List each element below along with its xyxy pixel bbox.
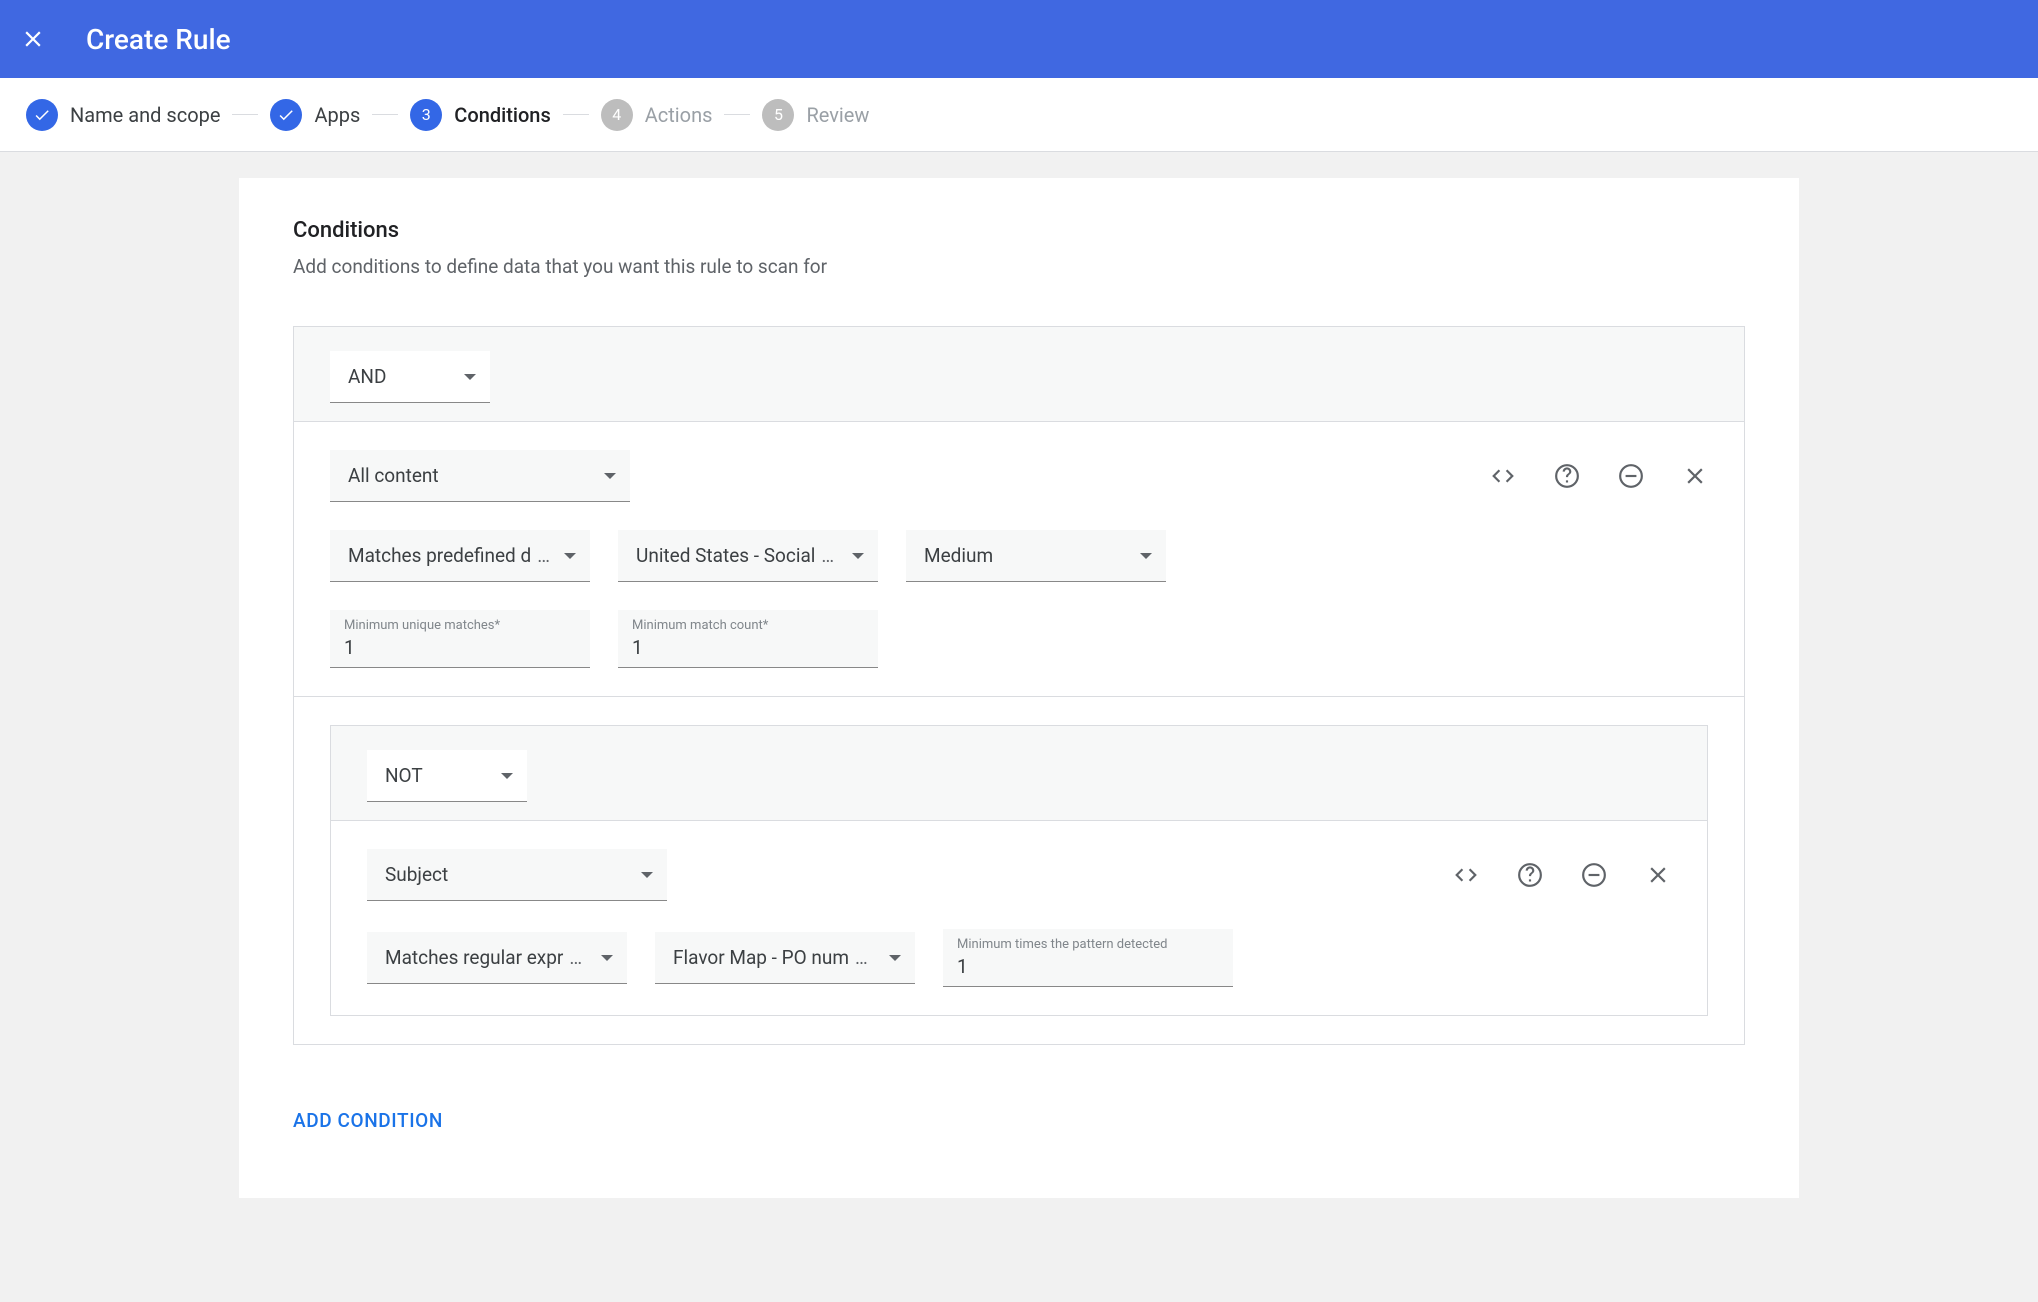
group-header: AND — [294, 327, 1744, 422]
header-bar: Create Rule — [0, 0, 2038, 78]
add-condition-button[interactable]: ADD CONDITION — [293, 1109, 443, 1132]
field-label: Minimum match count* — [632, 618, 864, 633]
nested-condition-group: NOT Subject — [330, 725, 1708, 1016]
remove-icon — [1581, 862, 1607, 888]
caret-down-icon — [889, 955, 901, 961]
code-button[interactable] — [1490, 463, 1516, 489]
caret-down-icon — [1140, 553, 1152, 559]
close-condition-button[interactable] — [1645, 862, 1671, 888]
section-title: Conditions — [293, 218, 1745, 243]
detector-value: Flavor Map - PO num — [673, 946, 849, 969]
step-number-badge: 4 — [601, 99, 633, 131]
scope-dropdown[interactable]: All content — [330, 450, 630, 502]
match-type-dropdown[interactable]: Matches regular expr… — [367, 932, 627, 984]
code-icon — [1453, 862, 1479, 888]
close-icon — [20, 26, 46, 52]
close-icon — [1645, 862, 1671, 888]
condition-actions — [1490, 463, 1708, 489]
section-subtitle: Add conditions to define data that you w… — [293, 255, 1745, 278]
condition-actions — [1453, 862, 1671, 888]
operator-dropdown[interactable]: NOT — [367, 750, 527, 802]
step-separator — [232, 114, 258, 115]
step-number-badge: 3 — [410, 99, 442, 131]
step-label: Apps — [314, 103, 360, 127]
scope-value: All content — [348, 464, 439, 487]
help-button[interactable] — [1554, 463, 1580, 489]
operator-dropdown[interactable]: AND — [330, 351, 490, 403]
step-name-scope[interactable]: Name and scope — [26, 99, 220, 131]
step-actions[interactable]: 4 Actions — [601, 99, 713, 131]
close-icon — [1682, 463, 1708, 489]
min-unique-matches-field[interactable]: Minimum unique matches* 1 — [330, 610, 590, 668]
caret-down-icon — [852, 553, 864, 559]
step-label: Actions — [645, 103, 713, 127]
match-type-value: Matches regular expr — [385, 946, 563, 969]
page-title: Create Rule — [86, 23, 231, 56]
code-icon — [1490, 463, 1516, 489]
operator-value: NOT — [385, 764, 423, 787]
step-number-badge: 5 — [762, 99, 794, 131]
step-conditions[interactable]: 3 Conditions — [410, 99, 550, 131]
condition-group: AND All content — [293, 326, 1745, 1045]
remove-icon — [1618, 463, 1644, 489]
nested-condition-row: Subject — [331, 821, 1707, 1015]
field-value: 1 — [344, 636, 576, 659]
detector-dropdown[interactable]: United States - Social… — [618, 530, 878, 582]
step-apps[interactable]: Apps — [270, 99, 360, 131]
step-separator — [563, 114, 589, 115]
operator-value: AND — [348, 365, 386, 388]
remove-button[interactable] — [1581, 862, 1607, 888]
match-type-dropdown[interactable]: Matches predefined d… — [330, 530, 590, 582]
detector-value: United States - Social — [636, 544, 815, 567]
close-condition-button[interactable] — [1682, 463, 1708, 489]
field-value: 1 — [632, 636, 864, 659]
caret-down-icon — [641, 872, 653, 878]
step-review[interactable]: 5 Review — [762, 99, 869, 131]
match-type-value: Matches predefined d — [348, 544, 531, 567]
caret-down-icon — [501, 773, 513, 779]
help-icon — [1554, 463, 1580, 489]
help-button[interactable] — [1517, 862, 1543, 888]
check-icon — [270, 99, 302, 131]
step-label: Conditions — [454, 103, 550, 127]
nested-group-header: NOT — [331, 726, 1707, 821]
step-label: Review — [806, 103, 869, 127]
field-label: Minimum times the pattern detected — [957, 937, 1219, 952]
remove-button[interactable] — [1618, 463, 1644, 489]
condition-row: All content — [294, 422, 1744, 697]
step-separator — [372, 114, 398, 115]
stepper: Name and scope Apps 3 Conditions 4 Actio… — [0, 78, 2038, 152]
field-value: 1 — [957, 955, 1219, 978]
nested-group-container: NOT Subject — [294, 697, 1744, 1044]
scope-value: Subject — [385, 863, 448, 886]
min-times-field[interactable]: Minimum times the pattern detected 1 — [943, 929, 1233, 987]
content-area: Conditions Add conditions to define data… — [0, 152, 2038, 1238]
confidence-dropdown[interactable]: Medium — [906, 530, 1166, 582]
caret-down-icon — [601, 955, 613, 961]
caret-down-icon — [564, 553, 576, 559]
caret-down-icon — [604, 473, 616, 479]
conditions-card: Conditions Add conditions to define data… — [239, 178, 1799, 1198]
confidence-value: Medium — [924, 544, 993, 567]
field-label: Minimum unique matches* — [344, 618, 576, 633]
step-separator — [724, 114, 750, 115]
min-match-count-field[interactable]: Minimum match count* 1 — [618, 610, 878, 668]
close-button[interactable] — [20, 26, 46, 52]
code-button[interactable] — [1453, 862, 1479, 888]
check-icon — [26, 99, 58, 131]
help-icon — [1517, 862, 1543, 888]
step-label: Name and scope — [70, 103, 220, 127]
scope-dropdown[interactable]: Subject — [367, 849, 667, 901]
caret-down-icon — [464, 374, 476, 380]
detector-dropdown[interactable]: Flavor Map - PO num… — [655, 932, 915, 984]
